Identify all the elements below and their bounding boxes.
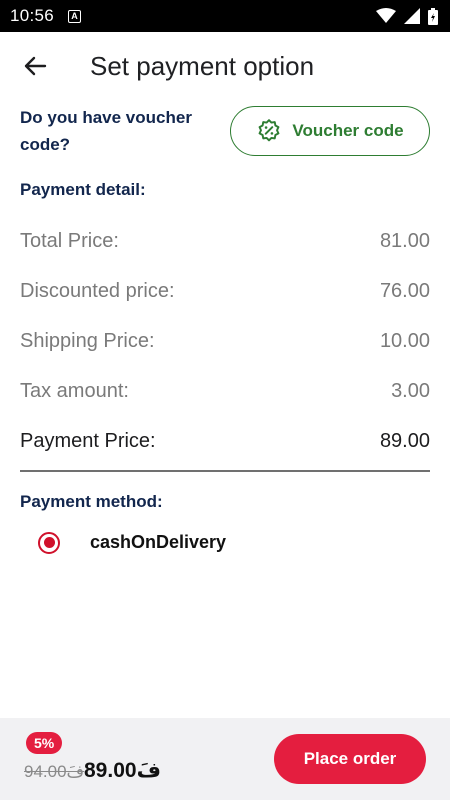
arrow-left-icon <box>24 56 47 76</box>
radio-dot <box>43 537 55 548</box>
divider <box>20 470 430 472</box>
price-summary: 5% 94.00فَ 89.00فَ <box>24 718 244 800</box>
status-icons <box>376 7 438 25</box>
notification-a-icon: A <box>68 9 82 23</box>
payment-option-cash-on-delivery[interactable]: cashOnDelivery <box>0 526 450 560</box>
app-bar: Set payment option <box>0 32 450 100</box>
place-order-button[interactable]: Place order <box>274 734 426 784</box>
voucher-code-button[interactable]: Voucher code <box>230 106 430 156</box>
page-title: Set payment option <box>90 50 315 81</box>
voucher-row: Do you have voucher code? Voucher code <box>0 100 450 158</box>
row-value: 3.00 <box>391 379 430 402</box>
payment-detail-list: Total Price: 81.00 Discounted price: 76.… <box>0 216 450 466</box>
radio-button-selected[interactable] <box>38 531 60 554</box>
back-button[interactable] <box>20 51 50 81</box>
discount-badge: 5% <box>26 732 63 754</box>
row-value: 81.00 <box>379 229 430 252</box>
status-time: 10:56 <box>10 6 55 25</box>
final-price: 89.00فَ <box>84 759 161 782</box>
row-value: 10.00 <box>379 329 430 352</box>
payment-price-row: Payment Price: 89.00 <box>20 416 430 466</box>
old-price: 94.00فَ <box>24 762 85 781</box>
shipping-price-row: Shipping Price: 10.00 <box>20 316 430 366</box>
wifi-icon <box>376 8 396 23</box>
total-price-row: Total Price: 81.00 <box>20 216 430 266</box>
voucher-question: Do you have voucher code? <box>20 108 192 154</box>
signal-icon <box>404 8 420 24</box>
voucher-code-label: Voucher code <box>292 121 404 140</box>
discount-badge-icon <box>259 119 280 142</box>
checkout-footer: 5% 94.00فَ 89.00فَ Place order <box>0 718 450 800</box>
payment-method-heading: Payment method: <box>20 491 163 511</box>
payment-option-label: cashOnDelivery <box>90 532 227 552</box>
row-label: Total Price: <box>20 229 119 252</box>
row-label: Discounted price: <box>20 279 175 302</box>
tax-amount-row: Tax amount: 3.00 <box>20 366 430 416</box>
row-label: Shipping Price: <box>20 329 155 352</box>
row-label: Payment Price: <box>20 429 156 452</box>
battery-icon <box>428 7 438 25</box>
discounted-price-row: Discounted price: 76.00 <box>20 266 430 316</box>
row-label: Tax amount: <box>20 379 129 402</box>
payment-detail-heading: Payment detail: <box>20 180 146 199</box>
status-bar: 10:56 A <box>0 0 450 32</box>
row-value: 89.00 <box>379 429 430 452</box>
row-value: 76.00 <box>379 279 430 302</box>
